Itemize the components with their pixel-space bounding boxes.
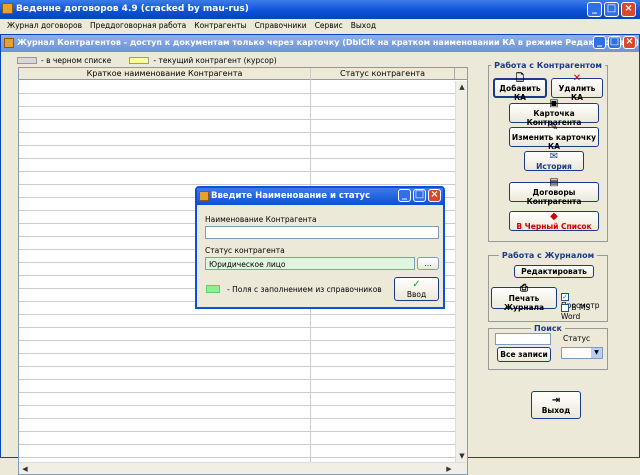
preview-checkbox[interactable]: ✓ <box>561 293 569 301</box>
status-label: Статус контрагента <box>205 246 285 255</box>
input-dialog: Введите Наименование и статус _ □ × Наим… <box>195 186 445 309</box>
printer-icon: ⎙ <box>520 283 528 294</box>
journal-minimize-button[interactable]: _ <box>593 36 606 49</box>
app-title: Веденне договоров 4.9 (cracked by mau-ru… <box>16 4 249 14</box>
status-browse-button[interactable]: ... <box>417 257 439 270</box>
card-button[interactable]: ▣ Карточка Контрагента <box>509 99 599 127</box>
contractor-panel: Работа с Контрагентом 🗋 Добавить КА ✕ Удал… <box>488 61 608 242</box>
dialog-icon <box>199 191 209 201</box>
journal-titlebar: Журнал Контрагентов - доступ к документа… <box>1 35 639 52</box>
search-input[interactable] <box>495 333 551 345</box>
search-panel: Поиск Все записи Статус ▼ <box>488 324 608 370</box>
app-titlebar: Веденне договоров 4.9 (cracked by mau-ru… <box>0 0 640 19</box>
delete-icon: ✕ <box>572 73 582 84</box>
column-status[interactable]: Статус контрагента <box>311 68 455 79</box>
ok-button[interactable]: ✓ Ввод <box>394 277 439 301</box>
card-icon: ▣ <box>549 98 559 109</box>
maximize-button[interactable]: □ <box>604 2 619 17</box>
legend-black-swatch <box>17 57 37 64</box>
new-doc-icon: 🗋 <box>515 73 525 84</box>
blacklist-icon: ◆ <box>550 210 558 222</box>
contracts-icon: ▤ <box>549 177 559 188</box>
dropdown-arrow-icon[interactable]: ▼ <box>591 348 602 358</box>
journal-title: Журнал Контрагентов - доступ к документа… <box>17 38 639 47</box>
scroll-left-icon[interactable]: ◀ <box>19 463 31 475</box>
menu-bar: Журнал договоров Преддоговорная работа К… <box>0 19 640 33</box>
scroll-right-icon[interactable]: ▶ <box>443 463 455 475</box>
legend-current-swatch <box>129 57 150 64</box>
menu-service[interactable]: Сервис <box>311 19 347 33</box>
dialog-close-button[interactable]: × <box>428 189 441 202</box>
horizontal-scrollbar[interactable]: ◀ ▶ <box>19 462 467 474</box>
status-filter-select[interactable]: ▼ <box>561 347 603 359</box>
menu-journal[interactable]: Журнал договоров <box>3 19 86 33</box>
word-option[interactable]: В MS Word <box>561 303 607 321</box>
search-panel-title: Поиск <box>531 324 565 333</box>
minimize-button[interactable]: _ <box>587 2 602 17</box>
dialog-titlebar: Введите Наименование и статус _ □ × <box>197 188 443 205</box>
edit-journal-button[interactable]: Редактировать <box>514 265 594 278</box>
column-short-name[interactable]: Краткое наименование Контрагента <box>19 68 311 79</box>
history-icon: ✉ <box>549 150 559 162</box>
menu-references[interactable]: Справочники <box>251 19 311 33</box>
name-input[interactable] <box>205 226 439 239</box>
exit-button[interactable]: ⇥ Выход <box>531 391 581 419</box>
history-button[interactable]: ✉ История <box>524 151 584 171</box>
name-label: Наименование Контрагента <box>205 215 317 224</box>
delete-ka-button[interactable]: ✕ Удалить КА <box>551 74 603 102</box>
exit-icon: ⇥ <box>551 394 561 406</box>
add-ka-button[interactable]: 🗋 Добавить КА <box>493 74 547 102</box>
contracts-button[interactable]: ▤ Договоры Контрагента <box>509 178 599 206</box>
app-icon <box>2 3 13 14</box>
menu-exit[interactable]: Выход <box>347 19 380 33</box>
word-checkbox[interactable] <box>561 304 569 312</box>
scroll-up-icon[interactable]: ▲ <box>456 81 468 93</box>
blacklist-button[interactable]: ◆ В Черный Список <box>509 211 599 231</box>
menu-contractors[interactable]: Контрагенты <box>190 19 250 33</box>
print-journal-button[interactable]: ⎙ Печать Журнала <box>491 283 557 312</box>
legend-black-label: - в черном списке <box>41 56 112 65</box>
edit-card-icon: ✎ <box>549 122 559 133</box>
required-swatch <box>206 285 220 293</box>
checkmark-icon: ✓ <box>412 278 421 290</box>
dialog-title: Введите Наименование и статус <box>211 191 371 201</box>
menu-precontract[interactable]: Преддоговорная работа <box>86 19 190 33</box>
vertical-scrollbar[interactable]: ▲ ▼ <box>455 81 467 462</box>
edit-card-button[interactable]: ✎ Изменить карточку КА <box>509 123 599 151</box>
dialog-maximize-button[interactable]: □ <box>413 189 426 202</box>
legend-current-label: - текущий контрагент (курсор) <box>153 56 277 65</box>
contractor-panel-title: Работа с Контрагентом <box>491 61 605 70</box>
journal-close-button[interactable]: × <box>623 36 636 49</box>
required-note: - Поля с заполнением из справочников <box>227 285 382 294</box>
scroll-down-icon[interactable]: ▼ <box>456 450 468 462</box>
status-filter-label: Статус <box>563 334 591 343</box>
journal-panel-title: Работа с Журналом <box>498 251 598 260</box>
grid-header: Краткое наименование Контрагента Статус … <box>19 68 467 80</box>
journal-icon <box>4 38 14 48</box>
dialog-minimize-button[interactable]: _ <box>398 189 411 202</box>
journal-panel: Работа с Журналом Редактировать ⎙ Печать … <box>488 251 608 322</box>
status-input[interactable]: Юридическое лицо <box>205 257 415 270</box>
journal-maximize-button[interactable]: □ <box>608 36 621 49</box>
all-records-button[interactable]: Все записи <box>497 347 551 362</box>
legend: - в черном списке - текущий контрагент (… <box>17 56 277 65</box>
close-button[interactable]: × <box>621 2 636 17</box>
